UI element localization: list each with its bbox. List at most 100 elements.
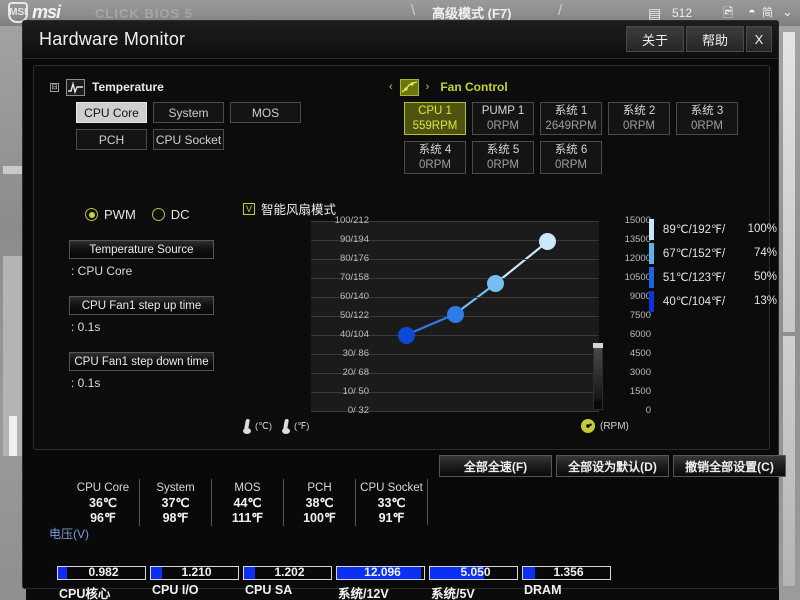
y-axis-right-tick: 4500 [629, 348, 651, 359]
y-axis-left-tick: 70/158 [339, 272, 369, 283]
voltage-bars: 0.982 CPU核心 1.210 CPU I/O 1.202 CPU SA 12.096 系… [57, 563, 617, 600]
close-button[interactable]: X [746, 26, 772, 52]
about-button[interactable]: 关于 [626, 26, 684, 52]
chart-rpm-legend: (RPM) [581, 419, 629, 433]
reading-4: CPU Socket 33℃ 91℉ [355, 479, 428, 526]
bios-brand-subtitle: CLICK BIOS 5 [95, 6, 193, 21]
fan-chip-rpm: 2649RPM [545, 120, 597, 132]
fan-chip-rpm: 0RPM [487, 159, 519, 171]
expander-icon[interactable]: ⊟ [50, 82, 59, 92]
voltage-section-title: 电压(V) [49, 527, 89, 541]
fan-chip-name: CPU 1 [418, 105, 452, 117]
language-label: 简 [762, 7, 773, 19]
help-button[interactable]: 帮助 [686, 26, 744, 52]
unit-fahrenheit-label: (℉) [294, 421, 310, 432]
legend-temp-label: 67℃/152℉/ [662, 248, 726, 260]
separator-slash-right: / [558, 2, 563, 19]
fan-chip-rpm: 0RPM [555, 159, 587, 171]
fan-icon [581, 419, 595, 433]
y-axis-left-tick: 90/194 [339, 234, 369, 245]
y-axis-right-tick: 10500 [624, 272, 651, 283]
legend-temp-label: 89℃/192℉/ [662, 224, 726, 236]
reading-3: PCH 38℃ 100℉ [283, 479, 355, 526]
step-up-time-button[interactable]: CPU Fan1 step up time [69, 296, 214, 315]
next-arrow-icon[interactable]: › [426, 81, 430, 93]
voltage-value: 1.356 [553, 565, 584, 579]
prev-arrow-icon[interactable]: ‹ [389, 81, 393, 93]
unit-celsius-label: (℃) [255, 421, 272, 432]
temperature-graph-icon [66, 78, 85, 96]
step-down-time-button[interactable]: CPU Fan1 step down time [69, 352, 214, 371]
y-axis-right-tick: 15000 [624, 215, 651, 226]
y-axis-right-tick: 3000 [629, 367, 651, 378]
fan-chip-sys4[interactable]: 系统 4 0RPM [404, 141, 466, 174]
thermometer-celsius-icon [243, 419, 251, 434]
chevron-down-icon[interactable]: ⌄ [782, 4, 793, 20]
bios-screen: MSI msi CLICK BIOS 5 \ 高级模式 (F7) / ▤ 512… [0, 0, 800, 600]
fan-chip-cpu1[interactable]: CPU 1 559RPM [404, 102, 466, 135]
slider-knob[interactable] [594, 401, 602, 409]
fan-chip-pump1[interactable]: PUMP 1 0RPM [472, 102, 534, 135]
y-axis-left-tick: 30/ 86 [342, 348, 369, 359]
all-full-speed-button[interactable]: 全部全速(F) [439, 455, 552, 477]
scrollbar-thumb-upper[interactable] [783, 32, 795, 332]
voltage-label: DRAM [524, 583, 562, 597]
fan-chip-sys6[interactable]: 系统 6 0RPM [540, 141, 602, 174]
page-title: Hardware Monitor [39, 29, 186, 49]
fan-settings-column: PWM DC Temperature Source : CPU Core CPU… [69, 207, 241, 390]
y-axis-right-tick: 9000 [629, 291, 651, 302]
fan-curve-point-2[interactable] [486, 275, 504, 293]
all-default-button[interactable]: 全部设为默认(D) [556, 455, 669, 477]
temp-source-chip-4[interactable]: CPU Socket [153, 129, 224, 150]
y-axis-left-tick: 60/140 [339, 291, 369, 302]
y-axis-left-tick: 40/104 [339, 329, 369, 340]
fan-chip-sys1[interactable]: 系统 1 2649RPM [540, 102, 602, 135]
revert-all-button[interactable]: 撤销全部设置(C) [673, 455, 786, 477]
legend-percent-label: 13% [753, 295, 777, 307]
reading-name: System [156, 482, 195, 494]
temp-source-chip-0[interactable]: CPU Core [76, 102, 147, 123]
fan-curve-point-0[interactable] [397, 326, 415, 344]
fan-chip-name: 系统 4 [418, 144, 452, 156]
fan-curve-point-1[interactable] [446, 305, 464, 323]
bios-right-scroll-panel[interactable] [779, 26, 800, 600]
step-down-time-value: : 0.1s [71, 376, 101, 390]
chart-legend: 89℃/192℉/ 100% 67℃/152℉/ 74% 51℃/123℉/ 50% 40℃… [649, 217, 777, 313]
legend-temp-label: 51℃/123℉/ [662, 272, 726, 284]
temp-source-chip-3[interactable]: PCH [76, 129, 147, 150]
slider-fill [594, 348, 602, 401]
language-globe-icon[interactable]: ◓ [748, 4, 756, 19]
y-axis-left-tick: 100/212 [334, 215, 369, 226]
fan-curve-point-3[interactable] [538, 233, 556, 251]
radio-pwm[interactable]: PWM [85, 207, 136, 222]
fan-chip-rpm: 0RPM [419, 159, 451, 171]
temp-source-chip-1[interactable]: System [153, 102, 224, 123]
fan-control-section-label: Fan Control [440, 80, 508, 94]
fan-graph-icon [399, 78, 419, 96]
radio-dc[interactable]: DC [151, 207, 190, 222]
reading-celsius: 33℃ [377, 496, 406, 510]
chart-vertical-slider[interactable] [593, 343, 603, 410]
voltage-item-1: 1.210 CPU I/O [150, 563, 243, 600]
fan-curve-chart: V 智能风扇模式 100/212 90/194 80/176 70/158 60/140… [241, 197, 661, 442]
fan-chip-name: 系统 1 [554, 105, 588, 117]
fan-chip-sys5[interactable]: 系统 5 0RPM [472, 141, 534, 174]
y-axis-right-tick: 12000 [624, 253, 651, 264]
fan-mode-radio-group: PWM DC [85, 207, 241, 222]
reading-name: MOS [234, 482, 261, 494]
temperature-source-button[interactable]: Temperature Source [69, 240, 214, 259]
voltage-label: 系统/5V [431, 587, 475, 600]
reading-1: System 37℃ 98℉ [139, 479, 211, 526]
legend-row: 40℃/104℉/ 13% [649, 289, 777, 313]
fan-chip-sys2[interactable]: 系统 2 0RPM [608, 102, 670, 135]
fan-chip-sys3[interactable]: 系统 3 0RPM [676, 102, 738, 135]
temp-source-chip-2[interactable]: MOS [230, 102, 301, 123]
reading-name: PCH [307, 482, 332, 494]
voltage-label: CPU I/O [152, 583, 199, 597]
reading-fahrenheit: 98℉ [162, 511, 189, 525]
voltage-label: CPU核心 [59, 587, 111, 600]
radio-pwm-label: PWM [104, 207, 136, 222]
y-axis-right-tick: 1500 [629, 386, 651, 397]
fan-chip-name: 系统 5 [486, 144, 520, 156]
smart-fan-checkbox[interactable]: V [243, 202, 255, 215]
